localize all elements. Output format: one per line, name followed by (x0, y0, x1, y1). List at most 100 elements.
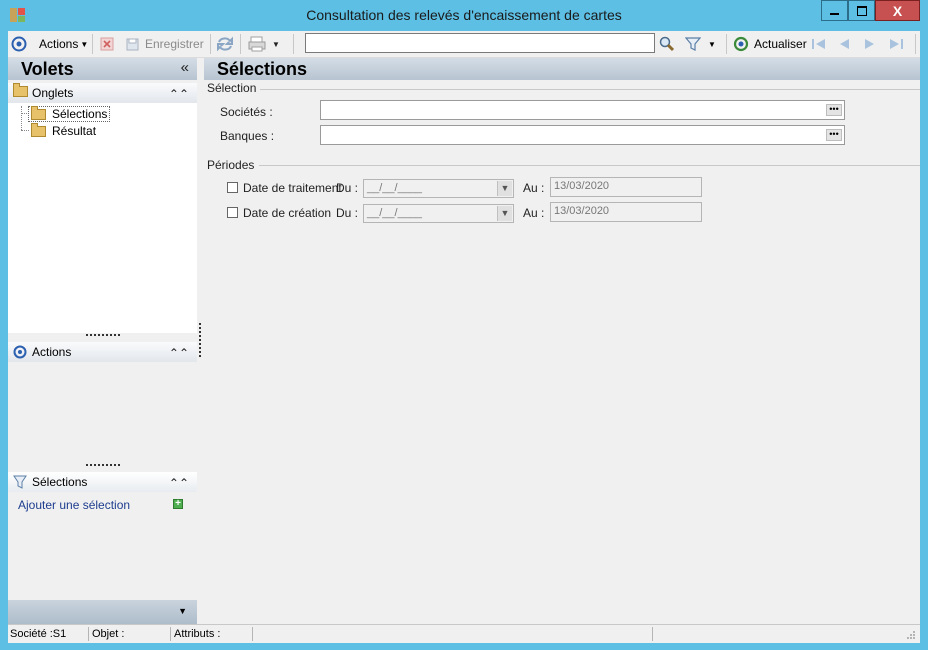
splitter-grip[interactable] (86, 334, 120, 339)
status-attributs: Attributs : (172, 627, 253, 641)
minimize-button[interactable] (821, 0, 848, 21)
date-creation-checkbox[interactable] (227, 207, 238, 218)
first-record-button[interactable] (811, 35, 827, 53)
next-record-button[interactable] (863, 35, 877, 53)
chevron-down-icon[interactable]: ▼ (178, 606, 187, 616)
maximize-button[interactable] (848, 0, 875, 21)
search-icon (659, 36, 675, 52)
collapse-selections-icon[interactable]: ⌃⌃ (169, 476, 189, 490)
vertical-splitter-grip[interactable] (199, 323, 201, 357)
toolbar: Actions ▼ Enregistrer ▼ ▼ Actualiser (8, 31, 920, 58)
toolbar-separator (92, 34, 93, 54)
next-icon (865, 39, 874, 49)
last-record-button[interactable] (888, 35, 904, 53)
date-traitement-checkbox[interactable] (227, 182, 238, 193)
collapse-panes-icon[interactable]: « (181, 59, 189, 76)
date-creation-label: Date de création (243, 206, 332, 220)
onglets-title: Onglets (32, 86, 74, 100)
actions-section-header[interactable]: Actions ⌃⌃ (8, 342, 197, 362)
status-bar: Société :S1 Objet : Attributs : (8, 624, 920, 643)
du-label: Du : (336, 206, 359, 220)
minimize-icon (830, 12, 839, 15)
volets-title: Volets (21, 59, 74, 79)
folder-icon (13, 83, 28, 100)
au-label: Au : (523, 181, 545, 195)
date-traitement-au-field[interactable]: 13/03/2020 (550, 177, 702, 197)
au-label: Au : (523, 206, 545, 220)
date-creation-au-field[interactable]: 13/03/2020 (550, 202, 702, 222)
chevron-down-icon: ▼ (80, 39, 89, 49)
onglets-section-header[interactable]: Onglets ⌃⌃ (8, 83, 197, 103)
folder-icon (31, 122, 46, 137)
previous-record-button[interactable] (837, 35, 851, 53)
chevron-down-icon[interactable]: ▼ (497, 206, 512, 221)
actions-target-icon (13, 345, 27, 362)
sync-button[interactable] (216, 35, 234, 53)
status-empty-cell (254, 627, 653, 641)
date-traitement-label: Date de traitement (243, 181, 342, 195)
application-window: Consultation des relevés d'encaissement … (0, 0, 928, 650)
printer-icon (248, 36, 266, 52)
date-traitement-du-picker[interactable]: __/__/____ ▼ (363, 179, 514, 198)
toolbar-separator (210, 34, 211, 54)
close-icon: X (892, 2, 903, 19)
splitter-grip[interactable] (86, 464, 120, 469)
main-header: Sélections (204, 58, 920, 80)
collapse-actions-icon[interactable]: ⌃⌃ (169, 346, 189, 360)
delete-button[interactable] (100, 35, 114, 53)
actions-menu-label: Actions (39, 37, 79, 51)
refresh-button[interactable]: Actualiser (733, 35, 807, 53)
filter-icon (13, 475, 27, 492)
actions-title: Actions (32, 345, 72, 359)
refresh-label: Actualiser (754, 37, 807, 51)
date-creation-du-picker[interactable]: __/__/____ ▼ (363, 204, 514, 223)
actions-menu-button[interactable]: Actions ▼ (39, 35, 88, 53)
societes-label: Sociétés : (220, 105, 273, 119)
sync-icon (217, 36, 233, 52)
volets-header: Volets « (8, 58, 197, 80)
tree-item-resultat[interactable]: Résultat (31, 122, 96, 138)
group-divider (259, 165, 920, 166)
banques-label: Banques : (220, 129, 275, 143)
tree-item-selections[interactable]: Sélections (28, 105, 111, 122)
chevron-down-icon[interactable]: ▼ (497, 181, 512, 196)
date-value: 13/03/2020 (554, 180, 610, 192)
previous-icon (840, 39, 849, 49)
societes-field[interactable]: ••• (320, 100, 845, 120)
save-icon (126, 38, 139, 51)
actions-target-icon[interactable] (11, 35, 27, 53)
resize-grip-icon[interactable] (906, 629, 916, 639)
du-label: Du : (336, 181, 359, 195)
last-icon (890, 39, 903, 49)
page-title: Sélections (217, 59, 308, 79)
toolbar-separator (915, 34, 916, 54)
banques-field[interactable]: ••• (320, 125, 845, 145)
search-input[interactable] (305, 33, 655, 53)
chevron-down-icon: ▼ (272, 39, 280, 49)
save-button[interactable]: Enregistrer (125, 35, 204, 53)
browse-societes-button[interactable]: ••• (826, 104, 842, 116)
add-icon[interactable]: + (173, 499, 183, 509)
window-client: Actions ▼ Enregistrer ▼ ▼ Actualiser Vol… (8, 31, 920, 643)
main-content: Sélections Sélection Sociétés : ••• Banq… (204, 58, 920, 624)
status-societe: Société :S1 (8, 627, 89, 641)
close-button[interactable]: X (875, 0, 920, 21)
collapse-onglets-icon[interactable]: ⌃⌃ (169, 87, 189, 101)
search-button[interactable] (658, 35, 676, 53)
title-bar[interactable]: Consultation des relevés d'encaissement … (0, 0, 928, 30)
date-value: 13/03/2020 (554, 205, 610, 217)
selection-group-label: Sélection (207, 81, 257, 95)
browse-banques-button[interactable]: ••• (826, 129, 842, 141)
print-button[interactable]: ▼ (248, 35, 280, 53)
delete-icon (100, 37, 114, 51)
maximize-icon (856, 5, 867, 16)
filter-icon (685, 37, 701, 51)
save-label: Enregistrer (145, 37, 204, 51)
filter-button[interactable]: ▼ (685, 35, 716, 53)
add-selection-link[interactable]: Ajouter une sélection (18, 498, 130, 512)
selections-section-header[interactable]: Sélections ⌃⌃ (8, 472, 197, 492)
toolbar-separator (726, 34, 727, 54)
group-divider (260, 89, 920, 90)
date-value: __/__/____ (367, 207, 423, 219)
window-title: Consultation des relevés d'encaissement … (306, 7, 622, 23)
